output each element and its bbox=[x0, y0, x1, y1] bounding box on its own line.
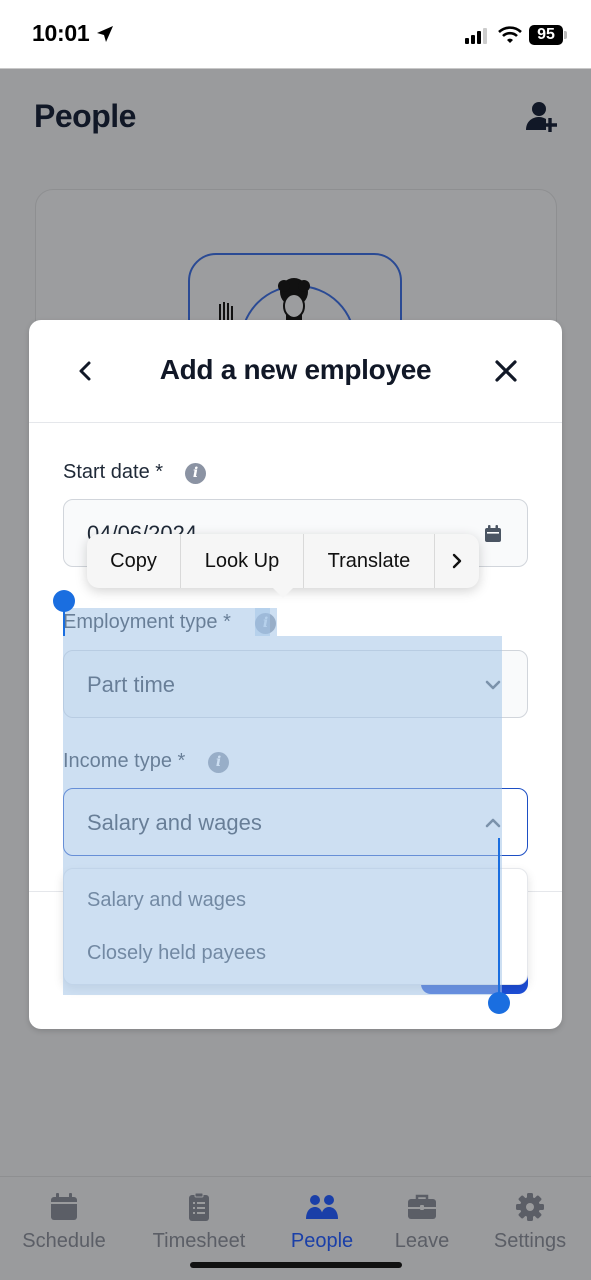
cellular-signal-icon bbox=[465, 28, 487, 44]
text-selection-highlight bbox=[255, 608, 277, 636]
tab-label: People bbox=[290, 1230, 354, 1252]
context-menu-more[interactable] bbox=[435, 534, 479, 588]
text-selection-highlight bbox=[63, 608, 270, 636]
home-indicator bbox=[190, 1262, 402, 1268]
chevron-right-icon bbox=[452, 553, 462, 569]
context-menu-look-up[interactable]: Look Up bbox=[181, 534, 304, 588]
close-icon[interactable] bbox=[491, 356, 521, 386]
battery-indicator: 95 bbox=[529, 25, 563, 45]
people-icon bbox=[306, 1195, 338, 1219]
modal-title: Add a new employee bbox=[159, 354, 432, 385]
gear-icon bbox=[516, 1193, 544, 1221]
page-title: People bbox=[34, 98, 136, 134]
calendar-icon bbox=[51, 1193, 77, 1220]
tab-settings[interactable]: Settings bbox=[475, 1187, 585, 1253]
tab-people[interactable]: People bbox=[267, 1187, 377, 1253]
tab-leave[interactable]: Leave bbox=[367, 1187, 477, 1253]
waving-person-illustration bbox=[219, 278, 310, 320]
tab-label: Schedule bbox=[22, 1230, 106, 1252]
start-date-label: Start date * bbox=[63, 461, 164, 483]
wifi-icon bbox=[498, 26, 522, 43]
briefcase-icon bbox=[408, 1194, 436, 1219]
selection-end-handle[interactable] bbox=[488, 992, 510, 1014]
tab-label: Settings bbox=[493, 1230, 567, 1252]
add-person-icon[interactable] bbox=[524, 100, 558, 134]
tab-timesheet[interactable]: Timesheet bbox=[144, 1187, 254, 1253]
location-arrow-icon bbox=[97, 26, 113, 42]
modal-header: Add a new employee bbox=[29, 320, 562, 423]
text-context-menu: Copy Look Up Translate bbox=[87, 534, 479, 588]
calendar-icon[interactable] bbox=[483, 524, 503, 544]
clipboard-icon bbox=[189, 1192, 209, 1221]
context-menu-pointer bbox=[273, 588, 293, 598]
selection-start-handle[interactable] bbox=[53, 590, 75, 612]
tab-label: Timesheet bbox=[152, 1230, 246, 1252]
status-bar: 10:01 95 bbox=[0, 0, 591, 69]
tab-label: Leave bbox=[394, 1230, 450, 1252]
tab-schedule[interactable]: Schedule bbox=[9, 1187, 119, 1253]
context-menu-copy[interactable]: Copy bbox=[87, 534, 181, 588]
battery-tip bbox=[564, 31, 567, 39]
selection-end-caret bbox=[498, 838, 500, 998]
context-menu-translate[interactable]: Translate bbox=[304, 534, 435, 588]
status-time: 10:01 bbox=[32, 20, 90, 46]
info-icon[interactable]: i bbox=[185, 463, 206, 484]
text-selection-highlight bbox=[63, 636, 502, 995]
